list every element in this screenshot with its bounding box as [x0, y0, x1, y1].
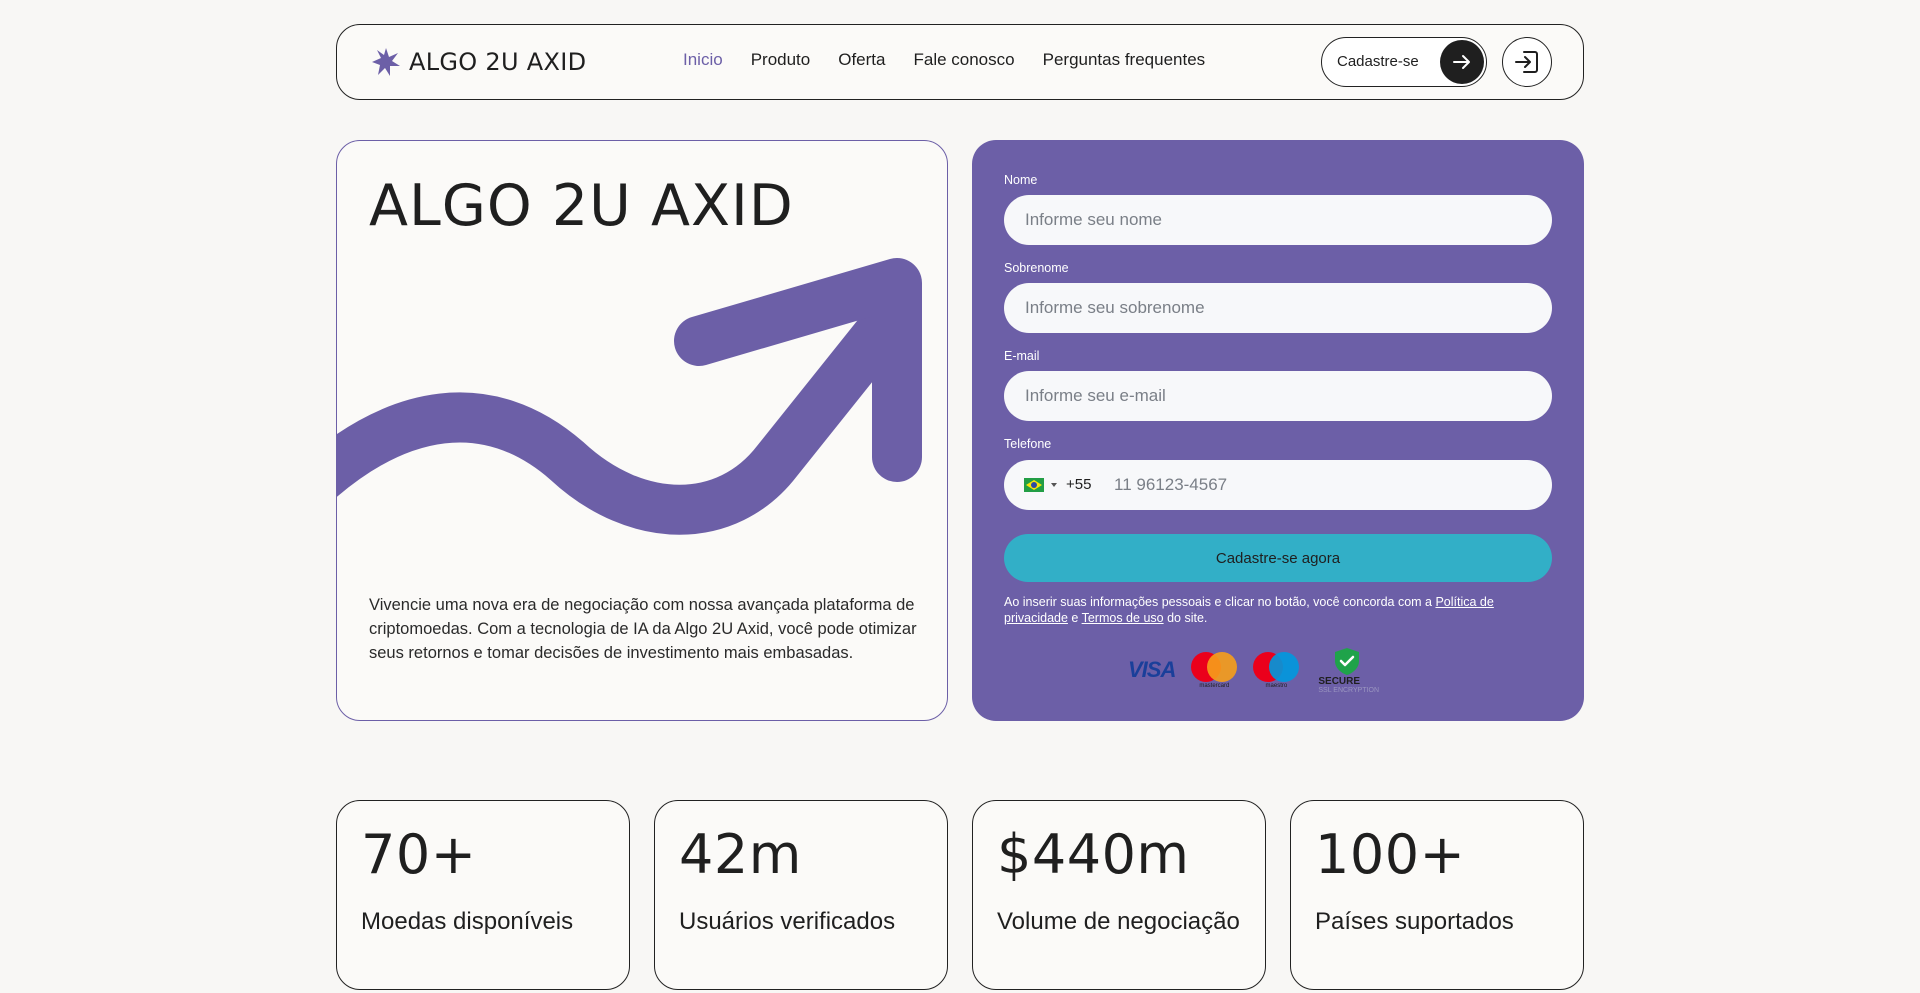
- email-input[interactable]: [1004, 371, 1552, 421]
- stat-label: Volume de negociação: [997, 908, 1240, 935]
- visa-logo: VISA: [1128, 657, 1176, 683]
- hero-description: Vivencie uma nova era de negociação com …: [369, 596, 917, 662]
- mastercard-caption: mastercard: [1199, 682, 1230, 689]
- main-nav: Inicio Produto Oferta Fale conosco Pergu…: [683, 50, 1233, 70]
- arrow-right-icon: [1440, 40, 1484, 84]
- stat-label: Usuários verificados: [679, 908, 896, 935]
- stat-card-coins: 70+ Moedas disponíveis: [336, 800, 630, 990]
- shield-check-icon: [1335, 648, 1360, 675]
- logo-text: ALGO 2U AXID: [409, 48, 587, 76]
- disclaimer-prefix: Ao inserir suas informações pessoais e c…: [1004, 595, 1436, 609]
- nav-link-produto[interactable]: Produto: [751, 50, 811, 70]
- stat-card-volume: $440m Volume de negociação: [972, 800, 1266, 990]
- login-icon: [1515, 51, 1538, 73]
- phone-label: Telefone: [1004, 437, 1052, 451]
- nav-link-fale-conosco[interactable]: Fale conosco: [913, 50, 1014, 70]
- visa-text: VISA: [1128, 657, 1176, 682]
- stat-value: 42m: [679, 823, 802, 886]
- navbar: ALGO 2U AXID Inicio Produto Oferta Fale …: [336, 24, 1584, 100]
- stat-value: 100+: [1315, 823, 1466, 886]
- stat-value: 70+: [361, 823, 477, 886]
- first-name-input[interactable]: [1004, 195, 1552, 245]
- mastercard-logo: mastercard: [1191, 651, 1238, 689]
- disclaimer-middle: e: [1067, 611, 1082, 625]
- nav-link-perguntas-frequentes[interactable]: Perguntas frequentes: [1043, 50, 1206, 70]
- maestro-logo: maestro: [1253, 651, 1300, 689]
- email-label: E-mail: [1004, 349, 1040, 363]
- last-name-input[interactable]: [1004, 283, 1552, 333]
- hero-card: ALGO 2U AXID Vivencie uma nova era de ne…: [336, 140, 948, 721]
- phone-input[interactable]: [1114, 460, 1534, 510]
- first-name-label: Nome: [1004, 173, 1038, 187]
- terms-of-use-link[interactable]: Termos de uso: [1082, 611, 1164, 625]
- signup-form: Nome Sobrenome E-mail Telefone +55 Cadas…: [972, 140, 1584, 721]
- signup-button-label: Cadastre-se: [1337, 53, 1419, 70]
- dial-code: +55: [1066, 476, 1092, 493]
- last-name-label: Sobrenome: [1004, 261, 1069, 275]
- stat-label: Países suportados: [1315, 908, 1514, 935]
- nav-link-oferta[interactable]: Oferta: [838, 50, 885, 70]
- disclaimer-suffix: do site.: [1163, 611, 1208, 625]
- stat-card-users: 42m Usuários verificados: [654, 800, 948, 990]
- stat-value: $440m: [997, 823, 1190, 886]
- phone-field: +55: [1004, 460, 1552, 510]
- payment-methods: VISA mastercard maestro SECURE SSL ENCRY…: [1128, 648, 1395, 694]
- submit-button[interactable]: Cadastre-se agora: [1004, 534, 1552, 582]
- consent-disclaimer: Ao inserir suas informações pessoais e c…: [1004, 594, 1552, 626]
- signup-button[interactable]: Cadastre-se: [1321, 37, 1487, 87]
- star-logo-icon: [372, 48, 400, 76]
- maestro-caption: maestro: [1265, 682, 1288, 689]
- country-dropdown-caret-icon[interactable]: [1051, 483, 1057, 487]
- nav-link-inicio[interactable]: Inicio: [683, 50, 723, 70]
- secure-subtitle: SSL ENCRYPTION: [1318, 687, 1380, 694]
- login-button[interactable]: [1502, 37, 1552, 87]
- stat-card-countries: 100+ Países suportados: [1290, 800, 1584, 990]
- logo[interactable]: ALGO 2U AXID: [371, 47, 586, 77]
- ssl-secure-badge: SECURE SSL ENCRYPTION: [1315, 646, 1379, 694]
- brazil-flag-icon[interactable]: [1024, 478, 1044, 492]
- secure-title: SECURE: [1318, 676, 1361, 687]
- stat-label: Moedas disponíveis: [361, 908, 574, 935]
